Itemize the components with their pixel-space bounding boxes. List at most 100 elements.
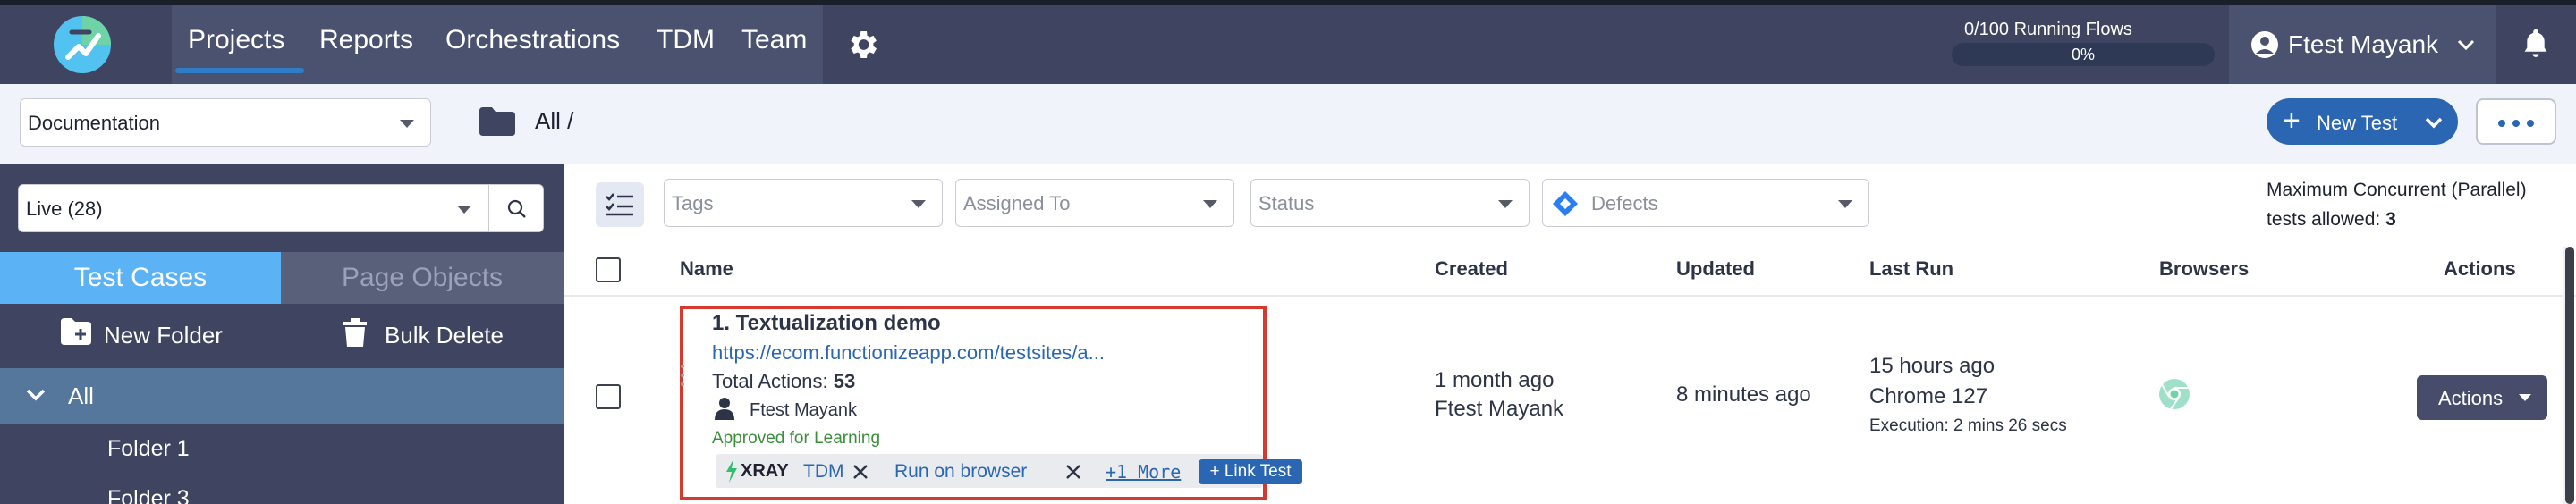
chevron-down-icon [2425, 117, 2443, 129]
integration-tags-bar: XRAY TDM Run on browser +1 More + Link T… [716, 454, 1302, 488]
column-header-last-run[interactable]: Last Run [1869, 257, 1953, 281]
caret-down-icon [1203, 200, 1217, 208]
caret-down-icon [1498, 200, 1513, 208]
chevron-down-icon[interactable] [25, 388, 47, 402]
tag-run-on-browser[interactable]: Run on browser [894, 461, 1027, 483]
approval-status: Approved for Learning [712, 429, 881, 448]
project-toolbar: Documentation All / + New Test [0, 84, 2576, 164]
folder-item[interactable]: Folder 1 [107, 436, 190, 462]
dot [2498, 120, 2505, 127]
caret-down-icon [2519, 394, 2531, 401]
concurrency-limit-value: 3 [2385, 209, 2396, 230]
search-icon [507, 199, 526, 218]
more-tags-link[interactable]: +1 More [1106, 461, 1181, 483]
column-header-created[interactable]: Created [1435, 257, 1508, 281]
concurrency-info: Maximum Concurrent (Parallel) tests allo… [2267, 175, 2527, 234]
view-filter-select[interactable]: Live (28) [18, 184, 490, 232]
folder-item[interactable]: Folder 3 [107, 486, 190, 504]
folder-tree-root[interactable]: All [0, 368, 564, 424]
user-menu[interactable]: Ftest Mayank [2229, 5, 2496, 84]
link-test-button[interactable]: + Link Test [1199, 459, 1302, 484]
test-list-panel: Tags Assigned To Status Defects Maximum … [564, 164, 2576, 504]
folder-all-label: All [68, 382, 94, 409]
defects-filter-placeholder: Defects [1591, 192, 1658, 214]
created-date: 1 month ago [1435, 368, 1555, 392]
user-avatar-icon [2251, 31, 2278, 58]
sidebar: Live (28) Test Cases Page Objects New Fo… [0, 164, 564, 504]
last-run-time: 15 hours ago [1869, 354, 1996, 378]
row-checkbox[interactable] [596, 384, 621, 409]
nav-tab-team[interactable]: Team [741, 25, 807, 55]
last-run-browser: Chrome 127 [1869, 384, 1988, 408]
project-select[interactable]: Documentation [20, 98, 431, 147]
close-icon[interactable] [852, 463, 869, 481]
column-header-updated[interactable]: Updated [1676, 257, 1755, 281]
caret-down-icon [1838, 200, 1852, 208]
test-case-title[interactable]: 1. Textualization demo [712, 311, 941, 336]
scrollbar-thumb[interactable] [2565, 247, 2574, 504]
nav-tab-tdm[interactable]: TDM [657, 25, 715, 55]
caret-down-icon [457, 206, 471, 214]
total-actions: Total Actions: 53 [712, 370, 855, 393]
caret-down-icon [911, 200, 926, 208]
total-actions-label: Total Actions: [712, 370, 828, 392]
concurrency-limit-line: tests allowed: 3 [2267, 205, 2527, 234]
new-folder-icon [61, 318, 91, 345]
trash-icon [343, 318, 367, 347]
project-select-value: Documentation [28, 112, 160, 134]
assigned-to-filter[interactable]: Assigned To [955, 179, 1234, 227]
new-folder-label: New Folder [104, 322, 223, 349]
tag-tdm[interactable]: TDM [803, 461, 844, 483]
person-icon [715, 398, 734, 420]
tab-test-cases[interactable]: Test Cases [0, 252, 281, 304]
dot [2512, 120, 2520, 127]
tags-filter[interactable]: Tags [664, 179, 943, 227]
search-button[interactable] [488, 184, 544, 232]
running-flows-percent: 0% [2071, 46, 2095, 63]
column-header-actions: Actions [2444, 257, 2516, 280]
view-filter-value: Live (28) [26, 197, 103, 220]
bulk-delete-label: Bulk Delete [385, 322, 504, 349]
xray-label: XRAY [741, 461, 789, 481]
user-name: Ftest Mayank [2288, 30, 2439, 58]
nav-tab-orchestrations[interactable]: Orchestrations [445, 25, 620, 55]
chevron-down-icon [2457, 39, 2475, 51]
drag-handle-icon[interactable] [680, 361, 685, 397]
new-test-label: New Test [2317, 112, 2398, 134]
row-actions-button[interactable]: Actions [2417, 375, 2547, 420]
functionize-logo-icon[interactable] [52, 14, 113, 75]
defects-filter[interactable]: Defects [1542, 179, 1869, 227]
plus-icon: + [2283, 104, 2301, 138]
close-icon[interactable] [1064, 463, 1082, 481]
caret-down-icon [400, 120, 414, 128]
test-case-url[interactable]: https://ecom.functionizeapp.com/testsite… [712, 341, 1105, 365]
total-actions-count: 53 [833, 370, 856, 392]
status-filter[interactable]: Status [1250, 179, 1530, 227]
top-nav-bar: Projects Reports Orchestrations TDM Team… [0, 0, 2576, 84]
checklist-icon [606, 193, 633, 216]
chrome-icon [2159, 379, 2190, 410]
created-by: Ftest Mayank [1435, 397, 1564, 421]
test-owner: Ftest Mayank [750, 400, 858, 420]
status-filter-placeholder: Status [1258, 192, 1315, 214]
folder-icon [479, 107, 515, 136]
nav-tab-projects[interactable]: Projects [188, 25, 284, 55]
tags-filter-placeholder: Tags [672, 192, 714, 214]
filter-toggle-button[interactable] [596, 182, 644, 227]
column-header-name[interactable]: Name [680, 257, 733, 281]
jira-icon [1553, 191, 1578, 216]
more-options-button[interactable] [2476, 98, 2556, 145]
concurrency-limit-label: tests allowed: [2267, 209, 2381, 230]
active-tab-indicator [175, 68, 304, 73]
row-actions-label: Actions [2438, 387, 2504, 409]
new-test-button[interactable]: + New Test [2267, 98, 2458, 145]
tab-page-objects[interactable]: Page Objects [281, 252, 564, 304]
header-divider [564, 295, 2576, 297]
running-flows-progress: 0% [1952, 43, 2215, 66]
nav-tab-reports[interactable]: Reports [319, 25, 413, 55]
concurrency-label: Maximum Concurrent (Parallel) [2267, 180, 2527, 200]
gear-icon[interactable] [844, 27, 880, 63]
notification-bell-icon[interactable] [2521, 27, 2551, 59]
select-all-checkbox[interactable] [596, 257, 621, 282]
breadcrumb[interactable]: All / [535, 107, 573, 135]
